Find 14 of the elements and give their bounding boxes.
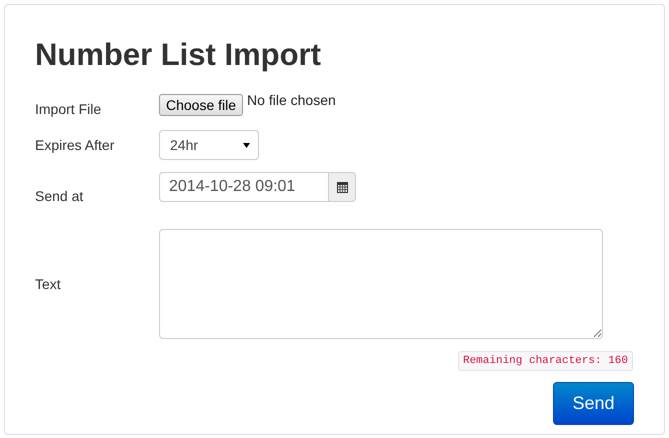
calendar-button[interactable] [329,172,356,202]
field-label: Import File [35,100,102,117]
file-status: No file chosen [247,92,336,108]
field-label: Send at [35,187,84,204]
choose-file-button[interactable]: Choose file [159,94,244,116]
caret-icon [243,142,250,148]
field-label: Expires After [35,137,116,153]
page-title: Number List Import [35,36,322,74]
calendar-icon [336,182,348,192]
expires-dropdown[interactable]: 24hr [159,130,259,160]
remaining-characters: Remaining characters: 160 [458,351,633,371]
send-button[interactable]: Send [553,382,634,425]
field-label: Text [35,276,62,292]
date-field[interactable]: 2014-10-28 09:01 [159,172,329,202]
